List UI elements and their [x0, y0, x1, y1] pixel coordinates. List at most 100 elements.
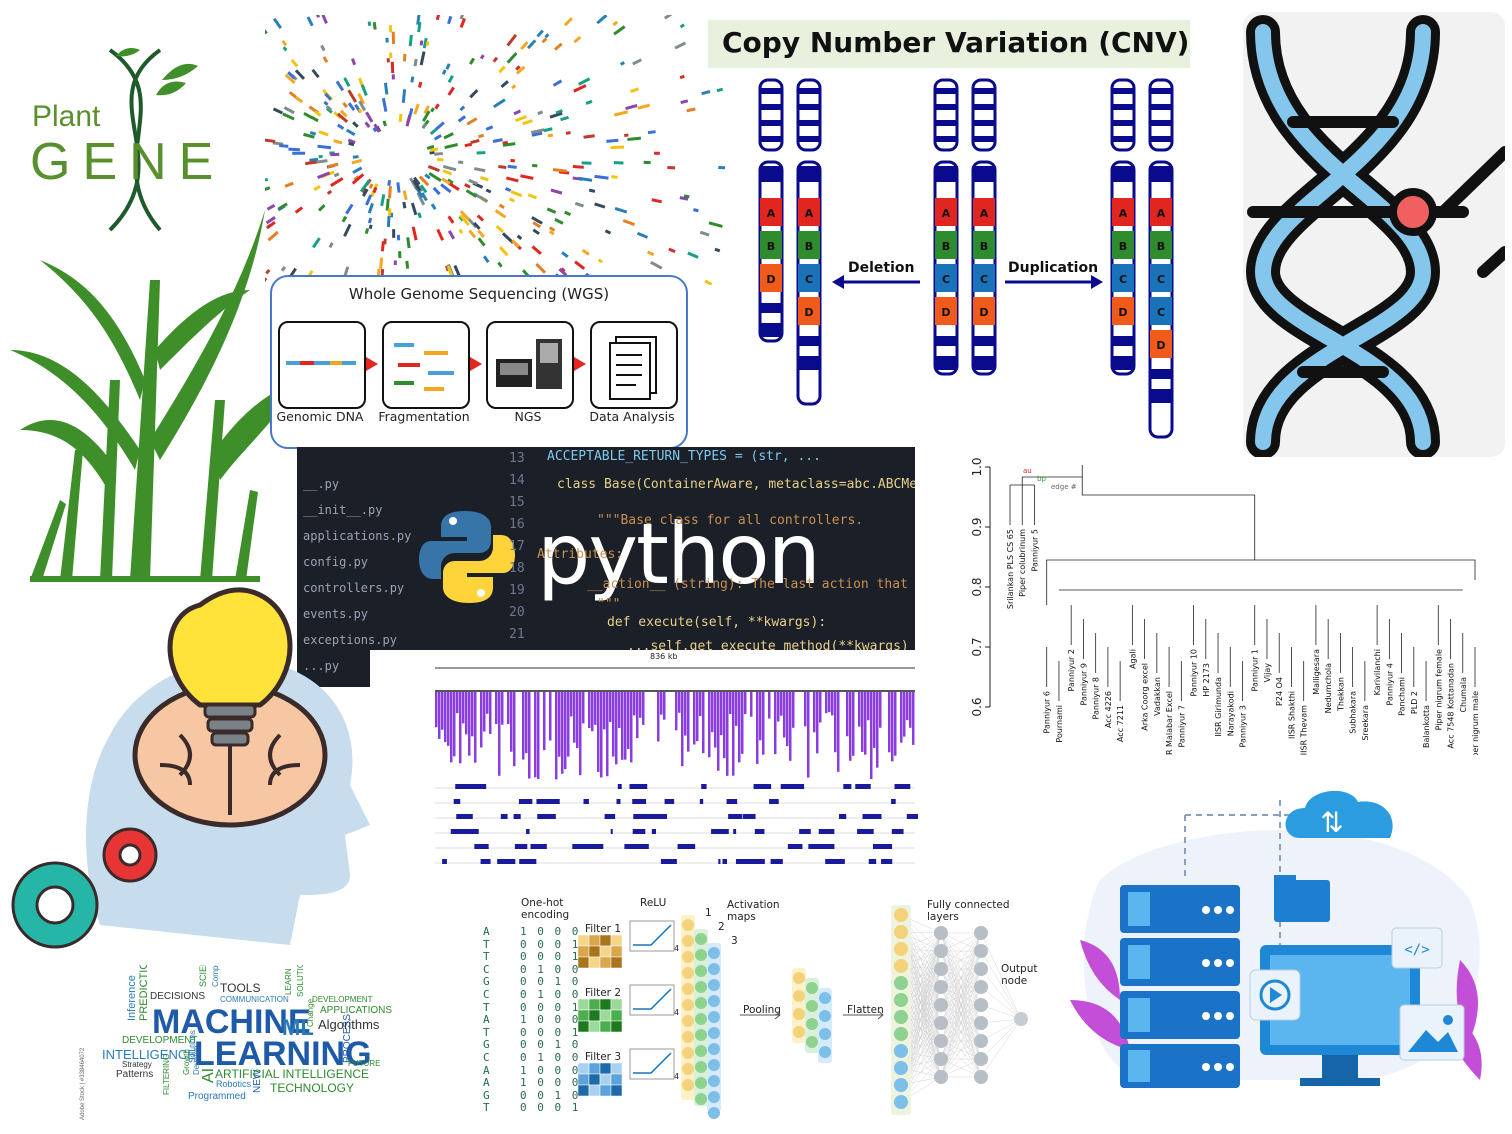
genome-fragment: [388, 185, 392, 199]
genome-fragment: [385, 37, 389, 43]
genome-fragment: [622, 219, 636, 227]
activation-node: [708, 1059, 720, 1071]
read-bar: [726, 692, 729, 776]
cnv-call-bar: [649, 814, 668, 819]
read-bar: [681, 692, 684, 767]
activation-node: [682, 967, 694, 979]
onehot-row: 0 0 1 0: [520, 975, 581, 989]
sequence-base: A: [483, 1063, 490, 1077]
word-cloud-word: DECISIONS: [150, 991, 206, 1002]
cnv-call-bar: [513, 814, 521, 819]
read-bar: [792, 692, 795, 728]
onehot-row: 1 0 0 0: [520, 1063, 581, 1077]
genome-fragment: [408, 34, 413, 47]
genome-fragment: [466, 117, 478, 126]
sequence-base: T: [483, 950, 490, 964]
cnv-call-bar: [855, 784, 870, 789]
activation-node: [708, 963, 720, 975]
genome-fragment: [342, 101, 348, 109]
fc-node: [934, 962, 948, 976]
read-bar: [621, 692, 624, 760]
read-bar: [675, 692, 678, 731]
genome-fragment: [288, 147, 300, 152]
genome-burst-graphic: [265, 15, 725, 285]
sequence-base: T: [483, 1025, 490, 1039]
filter-cell: [599, 1084, 612, 1097]
genome-fragment: [492, 138, 503, 143]
genome-fragment: [267, 230, 279, 242]
leaf-label: IISR Shakthi: [1287, 691, 1296, 739]
read-bar: [543, 692, 546, 751]
genome-fragment: [520, 41, 529, 51]
genome-fragment: [311, 237, 321, 249]
code-line: """Base class for all controllers.: [597, 513, 864, 528]
cnv-call-bar: [726, 799, 738, 804]
read-bar: [474, 692, 477, 763]
read-bar: [603, 692, 606, 730]
filter-cell: [610, 945, 623, 958]
sequence-base: T: [483, 937, 490, 951]
read-bar: [756, 692, 759, 764]
genome-fragment: [381, 97, 388, 112]
line-number: 21: [509, 627, 525, 642]
genome-fragment: [430, 203, 437, 210]
cnv-call-bar: [497, 859, 516, 864]
read-bar: [462, 692, 465, 724]
cnv-call-bar: [660, 859, 677, 864]
genome-fragment: [701, 89, 711, 96]
file-name: __.py: [303, 477, 340, 491]
cnv-call-bar: [839, 814, 847, 819]
genome-fragment: [514, 115, 527, 123]
genome-fragment: [382, 120, 387, 127]
cnv-call-bar: [843, 784, 852, 789]
svg-text:C: C: [1157, 273, 1165, 286]
activation-node: [695, 997, 707, 1009]
genome-fragment: [391, 74, 395, 80]
cnv-title-box: Copy Number Variation (CNV): [708, 20, 1190, 68]
cnv-call-bar: [530, 844, 547, 849]
dendrogram-tree: 0.60.70.80.91.0Srilankan PLS CS 65 Piper …: [970, 457, 1480, 755]
line-number: 13: [509, 451, 525, 466]
read-bar: [609, 692, 612, 722]
onehot-row: 0 0 0 1: [520, 1000, 581, 1014]
leaf-label: Vadakkan: [1153, 677, 1162, 716]
genome-fragment: [470, 139, 480, 144]
read-bar: [567, 692, 570, 757]
genome-fragment: [476, 214, 485, 222]
genome-fragment: [522, 119, 533, 126]
read-bar: [525, 692, 528, 754]
read-bar: [729, 692, 732, 715]
cnv-call-bar: [722, 859, 728, 864]
genome-fragment: [410, 76, 415, 83]
filter-cell: [599, 956, 612, 969]
leaf-label: Piper colubrinum: [1018, 529, 1027, 597]
cnv-call-bar: [526, 829, 530, 834]
read-bar: [459, 692, 462, 764]
filter-cell: [610, 1073, 623, 1086]
genome-fragment: [565, 131, 571, 135]
genome-fragment: [447, 15, 453, 25]
leaf-label: Panchami: [1398, 677, 1407, 716]
corn-plant-icon: [10, 210, 295, 582]
genome-fragment: [318, 130, 329, 137]
cnv-call-bar: [742, 814, 756, 819]
activation-node: [695, 949, 707, 961]
genome-fragment: [367, 217, 373, 224]
genome-fragment: [396, 182, 401, 193]
leaf-label: Karivilanchi: [1373, 649, 1382, 695]
leaf-label: Panniyur 6: [1043, 691, 1052, 733]
leaf-label: Panniyur 8: [1092, 677, 1101, 719]
y-tick-label: 0.6: [970, 697, 984, 716]
read-bar: [699, 692, 702, 717]
genome-fragment: [457, 160, 464, 165]
read-bar: [660, 692, 663, 715]
genome-fragment: [704, 279, 713, 285]
leaf-label: Vijay: [1263, 663, 1272, 683]
leaf-label: Malligesara: [1312, 649, 1321, 695]
cnv-call-bar: [677, 844, 696, 849]
genome-fragment: [619, 61, 625, 66]
genome-fragment: [372, 22, 377, 30]
genome-fragment: [383, 82, 389, 95]
read-bar: [828, 692, 831, 713]
genome-fragment: [526, 39, 537, 50]
